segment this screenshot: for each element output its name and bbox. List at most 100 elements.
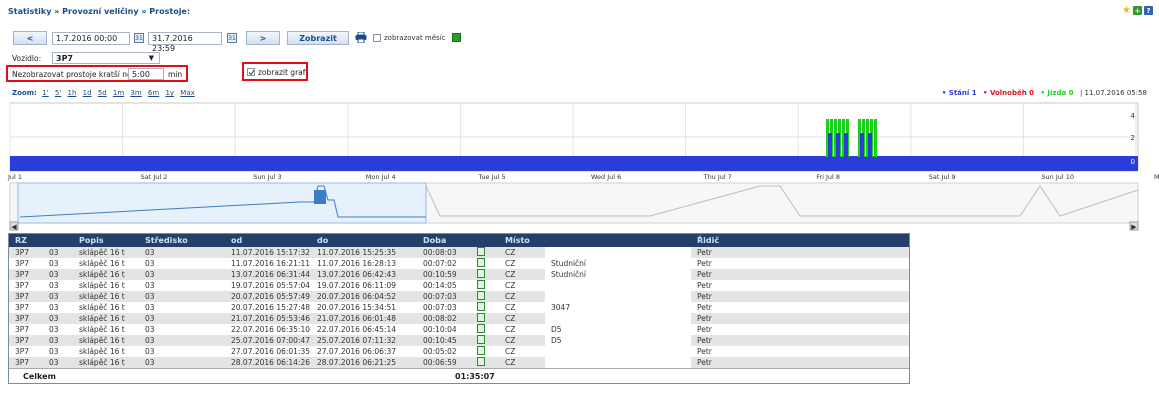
table-row[interactable]: 3P7 03 sklápěč 16 t 03 27.07.2016 06:01:35 27… — [9, 346, 909, 357]
map-detail-icon[interactable] — [477, 302, 485, 311]
cell-popis: sklápěč 16 t — [73, 313, 139, 324]
map-detail-icon[interactable] — [477, 357, 485, 366]
cell-misto-country: CZ — [499, 258, 545, 269]
cell-rz-suffix: 03 — [43, 302, 73, 313]
show-button[interactable]: Zobrazit — [287, 31, 349, 45]
cell-detail[interactable] — [471, 269, 499, 280]
show-graph-checkbox[interactable] — [247, 68, 255, 76]
cell-detail[interactable] — [471, 302, 499, 313]
cell-misto-country: CZ — [499, 291, 545, 302]
date-to-field[interactable]: 31.7.2016 23:59 — [148, 32, 222, 53]
cell-rz: 3P7 — [9, 313, 43, 324]
map-detail-icon[interactable] — [477, 346, 485, 355]
add-icon[interactable]: + — [1133, 6, 1142, 15]
map-detail-icon[interactable] — [477, 269, 485, 278]
map-detail-icon[interactable] — [477, 291, 485, 300]
min-duration-unit: min — [168, 70, 183, 79]
cell-detail[interactable] — [471, 324, 499, 335]
table-row[interactable]: 3P7 03 sklápěč 16 t 03 19.07.2016 05:57:04 19… — [9, 280, 909, 291]
cell-stredisko: 03 — [139, 269, 225, 280]
zoom-max[interactable]: Max — [180, 89, 194, 97]
cell-detail[interactable] — [471, 335, 499, 346]
help-icon[interactable]: ? — [1144, 6, 1153, 15]
cell-do: 25.07.2016 07:11:32 — [311, 335, 417, 346]
cell-misto-address — [545, 313, 691, 324]
cell-popis: sklápěč 16 t — [73, 335, 139, 346]
cell-detail[interactable] — [471, 346, 499, 357]
stani-bar — [868, 133, 872, 157]
min-duration-input[interactable]: 5:00 — [128, 68, 164, 80]
table-row[interactable]: 3P7 03 sklápěč 16 t 03 28.07.2016 06:14:26 28… — [9, 357, 909, 368]
table-row[interactable]: 3P7 03 sklápěč 16 t 03 20.07.2016 05:57:49 20… — [9, 291, 909, 302]
zoom-6m[interactable]: 6m — [148, 89, 159, 97]
map-detail-icon[interactable] — [477, 247, 485, 256]
cell-ridic: Petr — [691, 313, 909, 324]
cell-ridic: Petr — [691, 247, 909, 258]
zoom-1y[interactable]: 1y — [165, 89, 174, 97]
cell-rz-suffix: 03 — [43, 313, 73, 324]
vehicle-select[interactable]: 3P7 ▼ — [52, 52, 160, 64]
show-graph-label: zobrazit graf — [258, 68, 306, 77]
excel-export-icon[interactable] — [452, 33, 461, 42]
breadcrumb: Statistiky » Provozní veličiny » Prostoj… — [8, 7, 191, 16]
zoom-1m[interactable]: 1m — [113, 89, 124, 97]
cell-misto-address: D5 — [545, 324, 691, 335]
cell-do: 21.07.2016 06:01:48 — [311, 313, 417, 324]
map-detail-icon[interactable] — [477, 313, 485, 322]
cell-detail[interactable] — [471, 357, 499, 368]
cell-stredisko: 03 — [139, 324, 225, 335]
cell-misto-address: Studniční — [545, 258, 691, 269]
date-from-field[interactable]: 1.7.2016 00:00 — [52, 32, 130, 45]
cell-stredisko: 03 — [139, 247, 225, 258]
print-icon[interactable] — [355, 31, 367, 44]
table-row[interactable]: 3P7 03 sklápěč 16 t 03 25.07.2016 07:00:47 25… — [9, 335, 909, 346]
table-row[interactable]: 3P7 03 sklápěč 16 t 03 21.07.2016 05:53:46 21… — [9, 313, 909, 324]
zoom-5d[interactable]: 5d — [98, 89, 107, 97]
cell-doba: 00:14:05 — [417, 280, 471, 291]
cell-detail[interactable] — [471, 291, 499, 302]
show-month-checkbox[interactable] — [373, 34, 381, 42]
zoom-5min[interactable]: 5' — [55, 89, 61, 97]
navigator[interactable]: ◀ ▶ — [0, 180, 1159, 232]
cell-rz-suffix: 03 — [43, 291, 73, 302]
cell-rz-suffix: 03 — [43, 324, 73, 335]
table-row[interactable]: 3P7 03 sklápěč 16 t 03 22.07.2016 06:35:10 22… — [9, 324, 909, 335]
calendar-to-icon[interactable]: 31 — [227, 33, 237, 43]
zoom-1min[interactable]: 1' — [42, 89, 48, 97]
table-row[interactable]: 3P7 03 sklápěč 16 t 03 13.07.2016 06:31:44 13… — [9, 269, 909, 280]
map-detail-icon[interactable] — [477, 335, 485, 344]
cell-popis: sklápěč 16 t — [73, 324, 139, 335]
stani-bar — [828, 133, 832, 157]
map-detail-icon[interactable] — [477, 280, 485, 289]
cell-od: 13.07.2016 06:31:44 — [225, 269, 311, 280]
cell-rz: 3P7 — [9, 302, 43, 313]
calendar-from-icon[interactable]: 31 — [134, 33, 144, 43]
cell-doba: 00:10:59 — [417, 269, 471, 280]
table-row[interactable]: 3P7 03 sklápěč 16 t 03 20.07.2016 15:27:48 20… — [9, 302, 909, 313]
cell-misto-address — [545, 357, 691, 368]
zoom-1d[interactable]: 1d — [83, 89, 92, 97]
table-row[interactable]: 3P7 03 sklápěč 16 t 03 11.07.2016 15:17:32 11… — [9, 247, 909, 258]
cell-od: 20.07.2016 15:27:48 — [225, 302, 311, 313]
prev-period-button[interactable]: < — [13, 31, 47, 45]
map-detail-icon[interactable] — [477, 258, 485, 267]
cell-stredisko: 03 — [139, 346, 225, 357]
cell-doba: 00:06:59 — [417, 357, 471, 368]
map-detail-icon[interactable] — [477, 324, 485, 333]
cell-detail[interactable] — [471, 258, 499, 269]
cell-ridic: Petr — [691, 302, 909, 313]
cell-do: 13.07.2016 06:42:43 — [311, 269, 417, 280]
favorite-star-icon[interactable]: ★ — [1122, 5, 1131, 16]
cell-od: 27.07.2016 06:01:35 — [225, 346, 311, 357]
cell-detail[interactable] — [471, 247, 499, 258]
chevron-down-icon: ▼ — [148, 54, 154, 62]
zoom-3m[interactable]: 3m — [130, 89, 141, 97]
cell-detail[interactable] — [471, 313, 499, 324]
cell-ridic: Petr — [691, 258, 909, 269]
cell-od: 21.07.2016 05:53:46 — [225, 313, 311, 324]
cell-detail[interactable] — [471, 280, 499, 291]
cell-misto-address — [545, 291, 691, 302]
next-period-button[interactable]: > — [246, 31, 280, 45]
zoom-1h[interactable]: 1h — [67, 89, 76, 97]
table-row[interactable]: 3P7 03 sklápěč 16 t 03 11.07.2016 16:21:11 11… — [9, 258, 909, 269]
